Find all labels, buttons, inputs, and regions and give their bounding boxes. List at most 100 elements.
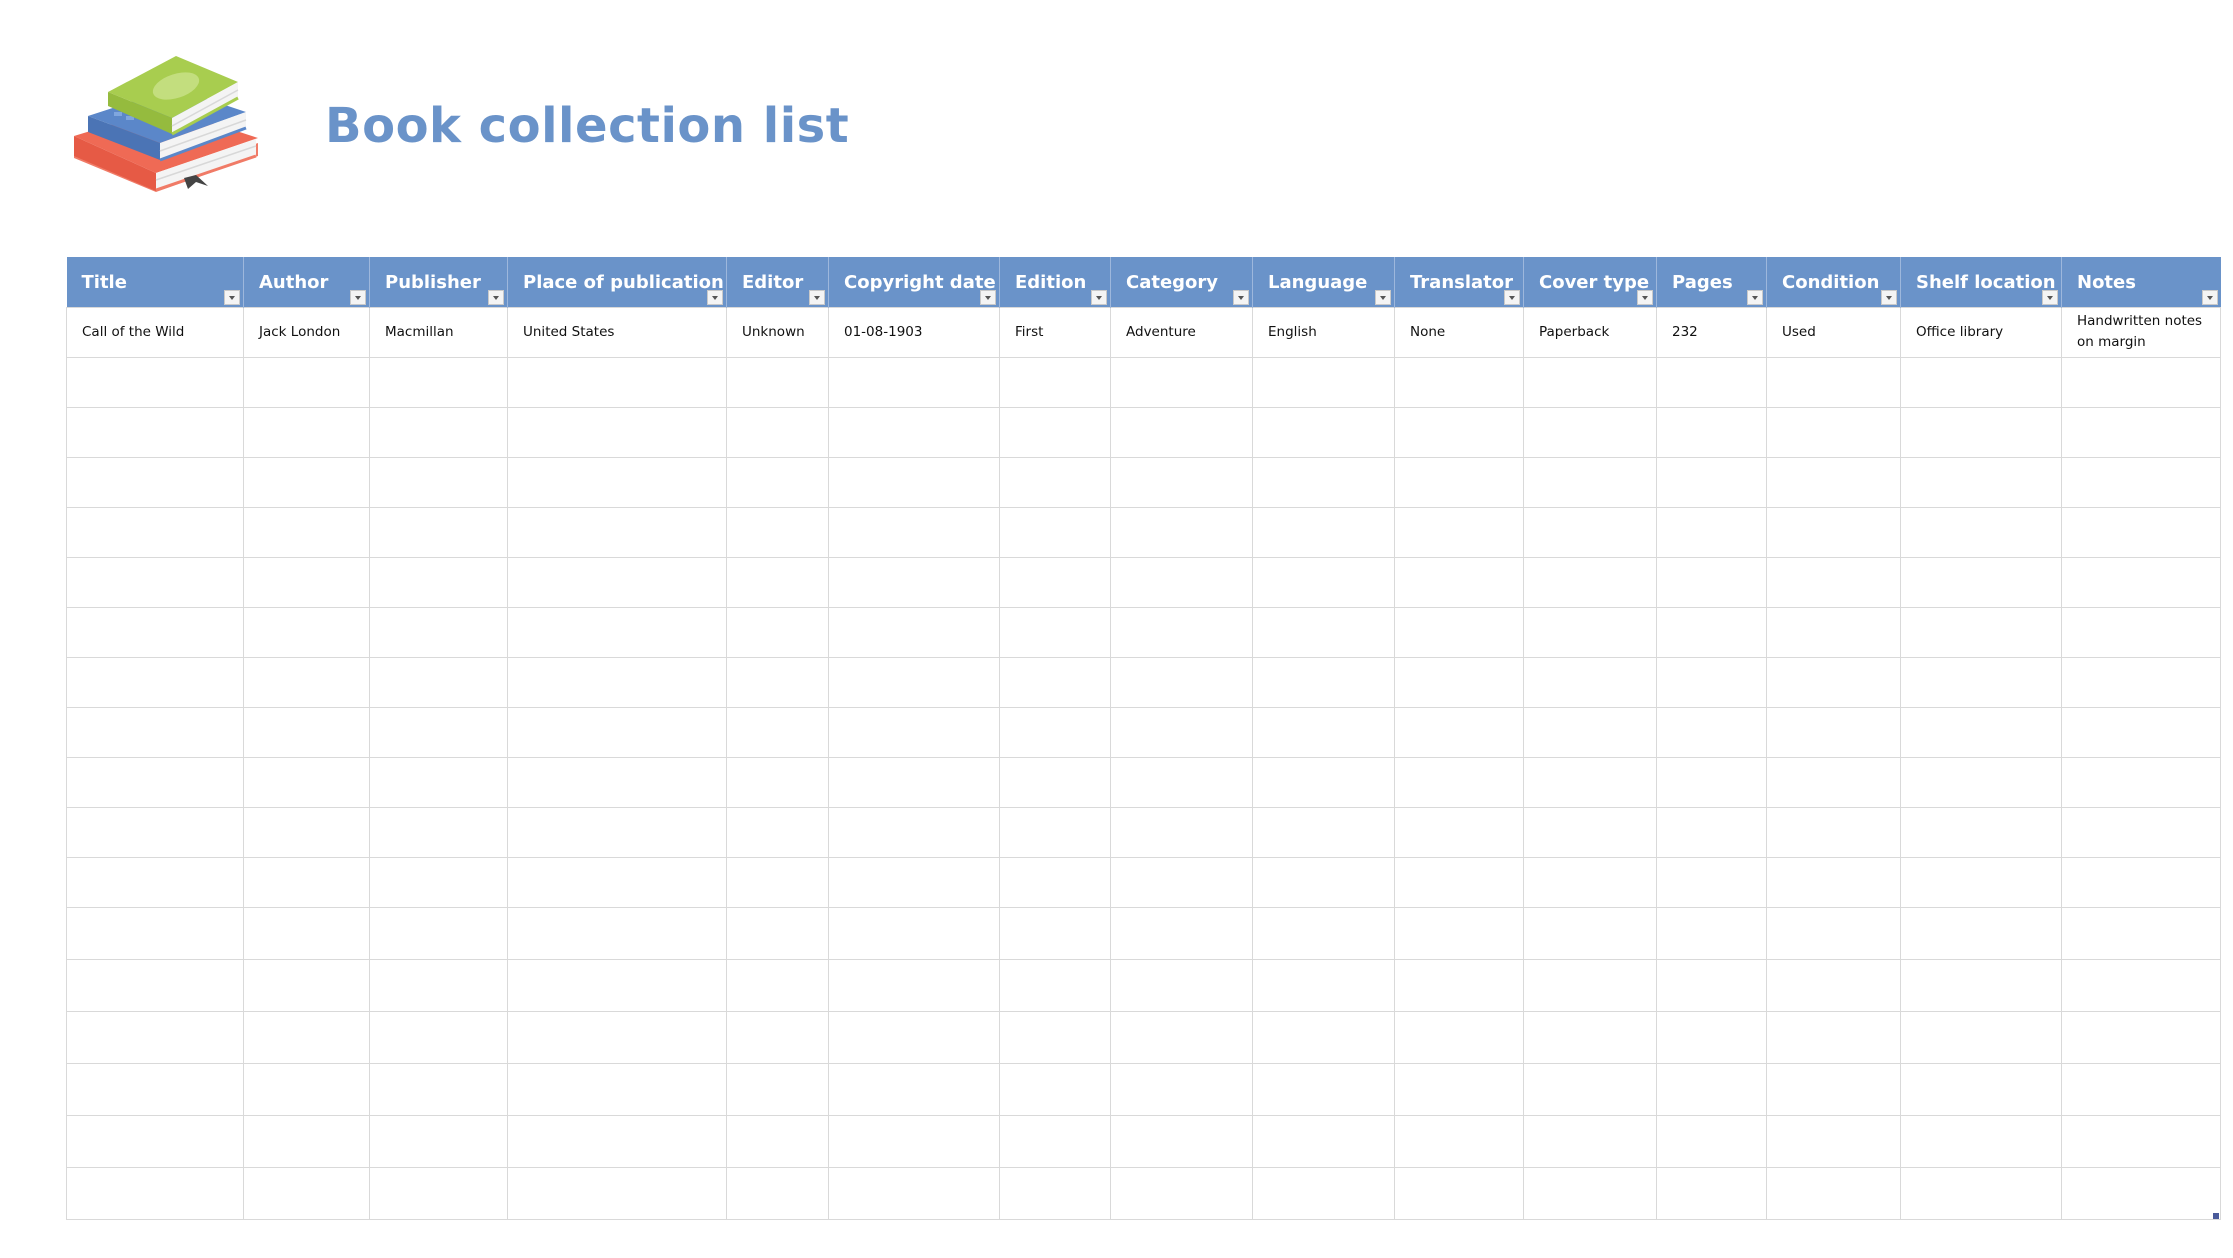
- cell-copyright[interactable]: [828, 706, 1000, 758]
- cell-copyright[interactable]: [828, 456, 1000, 508]
- cell-shelf[interactable]: [1900, 856, 2062, 908]
- cell-category[interactable]: [1110, 856, 1253, 908]
- cell-shelf[interactable]: [1900, 506, 2062, 558]
- cell-cover[interactable]: [1523, 856, 1657, 908]
- cell-editor[interactable]: [726, 456, 829, 508]
- cell-edition[interactable]: [999, 656, 1111, 708]
- cell-notes[interactable]: [2061, 1166, 2221, 1220]
- cell-author[interactable]: [243, 1010, 370, 1064]
- filter-dropdown-icon[interactable]: [1637, 289, 1653, 305]
- cell-editor[interactable]: [726, 1166, 829, 1220]
- cell-place[interactable]: [507, 556, 727, 608]
- cell-condition[interactable]: [1766, 406, 1901, 458]
- cell-shelf[interactable]: [1900, 1166, 2062, 1220]
- cell-editor[interactable]: [726, 406, 829, 458]
- cell-pages[interactable]: [1656, 606, 1767, 658]
- cell-condition[interactable]: [1766, 958, 1901, 1012]
- filter-dropdown-icon[interactable]: [707, 289, 723, 305]
- cell-notes[interactable]: [2061, 958, 2221, 1012]
- cell-publisher[interactable]: [369, 1166, 508, 1220]
- cell-edition[interactable]: [999, 506, 1111, 558]
- cell-translator[interactable]: [1394, 856, 1524, 908]
- cell-editor[interactable]: [726, 1062, 829, 1116]
- cell-copyright[interactable]: [828, 506, 1000, 558]
- cell-notes[interactable]: Handwritten notes on margin: [2061, 306, 2221, 358]
- cell-edition[interactable]: [999, 806, 1111, 858]
- cell-cover[interactable]: [1523, 756, 1657, 808]
- cell-translator[interactable]: [1394, 1010, 1524, 1064]
- cell-title[interactable]: [66, 856, 244, 908]
- cell-author[interactable]: [243, 856, 370, 908]
- cell-copyright[interactable]: [828, 806, 1000, 858]
- cell-category[interactable]: Adventure: [1110, 306, 1253, 358]
- cell-author[interactable]: [243, 1114, 370, 1168]
- cell-publisher[interactable]: [369, 1062, 508, 1116]
- cell-edition[interactable]: [999, 906, 1111, 960]
- cell-place[interactable]: [507, 406, 727, 458]
- cell-condition[interactable]: [1766, 806, 1901, 858]
- cell-shelf[interactable]: [1900, 806, 2062, 858]
- cell-publisher[interactable]: [369, 806, 508, 858]
- cell-notes[interactable]: [2061, 756, 2221, 808]
- cell-condition[interactable]: [1766, 356, 1901, 408]
- cell-condition[interactable]: [1766, 756, 1901, 808]
- cell-title[interactable]: [66, 656, 244, 708]
- cell-title[interactable]: [66, 456, 244, 508]
- cell-cover[interactable]: [1523, 456, 1657, 508]
- cell-pages[interactable]: [1656, 356, 1767, 408]
- cell-author[interactable]: [243, 706, 370, 758]
- cell-notes[interactable]: [2061, 1114, 2221, 1168]
- cell-language[interactable]: [1252, 906, 1395, 960]
- cell-author[interactable]: [243, 1062, 370, 1116]
- cell-language[interactable]: [1252, 756, 1395, 808]
- cell-condition[interactable]: [1766, 506, 1901, 558]
- cell-place[interactable]: [507, 506, 727, 558]
- cell-editor[interactable]: [726, 1010, 829, 1064]
- cell-shelf[interactable]: [1900, 356, 2062, 408]
- cell-language[interactable]: [1252, 406, 1395, 458]
- cell-notes[interactable]: [2061, 706, 2221, 758]
- cell-language[interactable]: [1252, 456, 1395, 508]
- cell-translator[interactable]: [1394, 806, 1524, 858]
- cell-title[interactable]: [66, 706, 244, 758]
- cell-condition[interactable]: [1766, 606, 1901, 658]
- cell-category[interactable]: [1110, 356, 1253, 408]
- cell-pages[interactable]: [1656, 1062, 1767, 1116]
- cell-condition[interactable]: [1766, 456, 1901, 508]
- filter-dropdown-icon[interactable]: [224, 289, 240, 305]
- cell-place[interactable]: [507, 906, 727, 960]
- cell-notes[interactable]: [2061, 656, 2221, 708]
- cell-notes[interactable]: [2061, 856, 2221, 908]
- cell-notes[interactable]: [2061, 556, 2221, 608]
- cell-language[interactable]: [1252, 958, 1395, 1012]
- cell-pages[interactable]: [1656, 856, 1767, 908]
- cell-shelf[interactable]: [1900, 456, 2062, 508]
- cell-edition[interactable]: [999, 356, 1111, 408]
- cell-edition[interactable]: [999, 556, 1111, 608]
- cell-title[interactable]: [66, 1010, 244, 1064]
- cell-notes[interactable]: [2061, 806, 2221, 858]
- cell-edition[interactable]: [999, 1114, 1111, 1168]
- cell-copyright[interactable]: [828, 1062, 1000, 1116]
- cell-title[interactable]: [66, 906, 244, 960]
- cell-publisher[interactable]: [369, 1114, 508, 1168]
- cell-cover[interactable]: [1523, 656, 1657, 708]
- cell-pages[interactable]: [1656, 556, 1767, 608]
- cell-shelf[interactable]: [1900, 406, 2062, 458]
- cell-shelf[interactable]: [1900, 706, 2062, 758]
- cell-translator[interactable]: [1394, 1166, 1524, 1220]
- filter-dropdown-icon[interactable]: [2201, 289, 2218, 305]
- cell-cover[interactable]: [1523, 958, 1657, 1012]
- cell-author[interactable]: [243, 406, 370, 458]
- filter-dropdown-icon[interactable]: [1747, 289, 1763, 305]
- cell-copyright[interactable]: [828, 906, 1000, 960]
- cell-language[interactable]: [1252, 806, 1395, 858]
- cell-publisher[interactable]: [369, 606, 508, 658]
- cell-cover[interactable]: [1523, 806, 1657, 858]
- cell-place[interactable]: United States: [507, 306, 727, 358]
- cell-publisher[interactable]: [369, 456, 508, 508]
- cell-language[interactable]: [1252, 1062, 1395, 1116]
- cell-title[interactable]: [66, 1166, 244, 1220]
- cell-cover[interactable]: [1523, 1010, 1657, 1064]
- cell-translator[interactable]: [1394, 456, 1524, 508]
